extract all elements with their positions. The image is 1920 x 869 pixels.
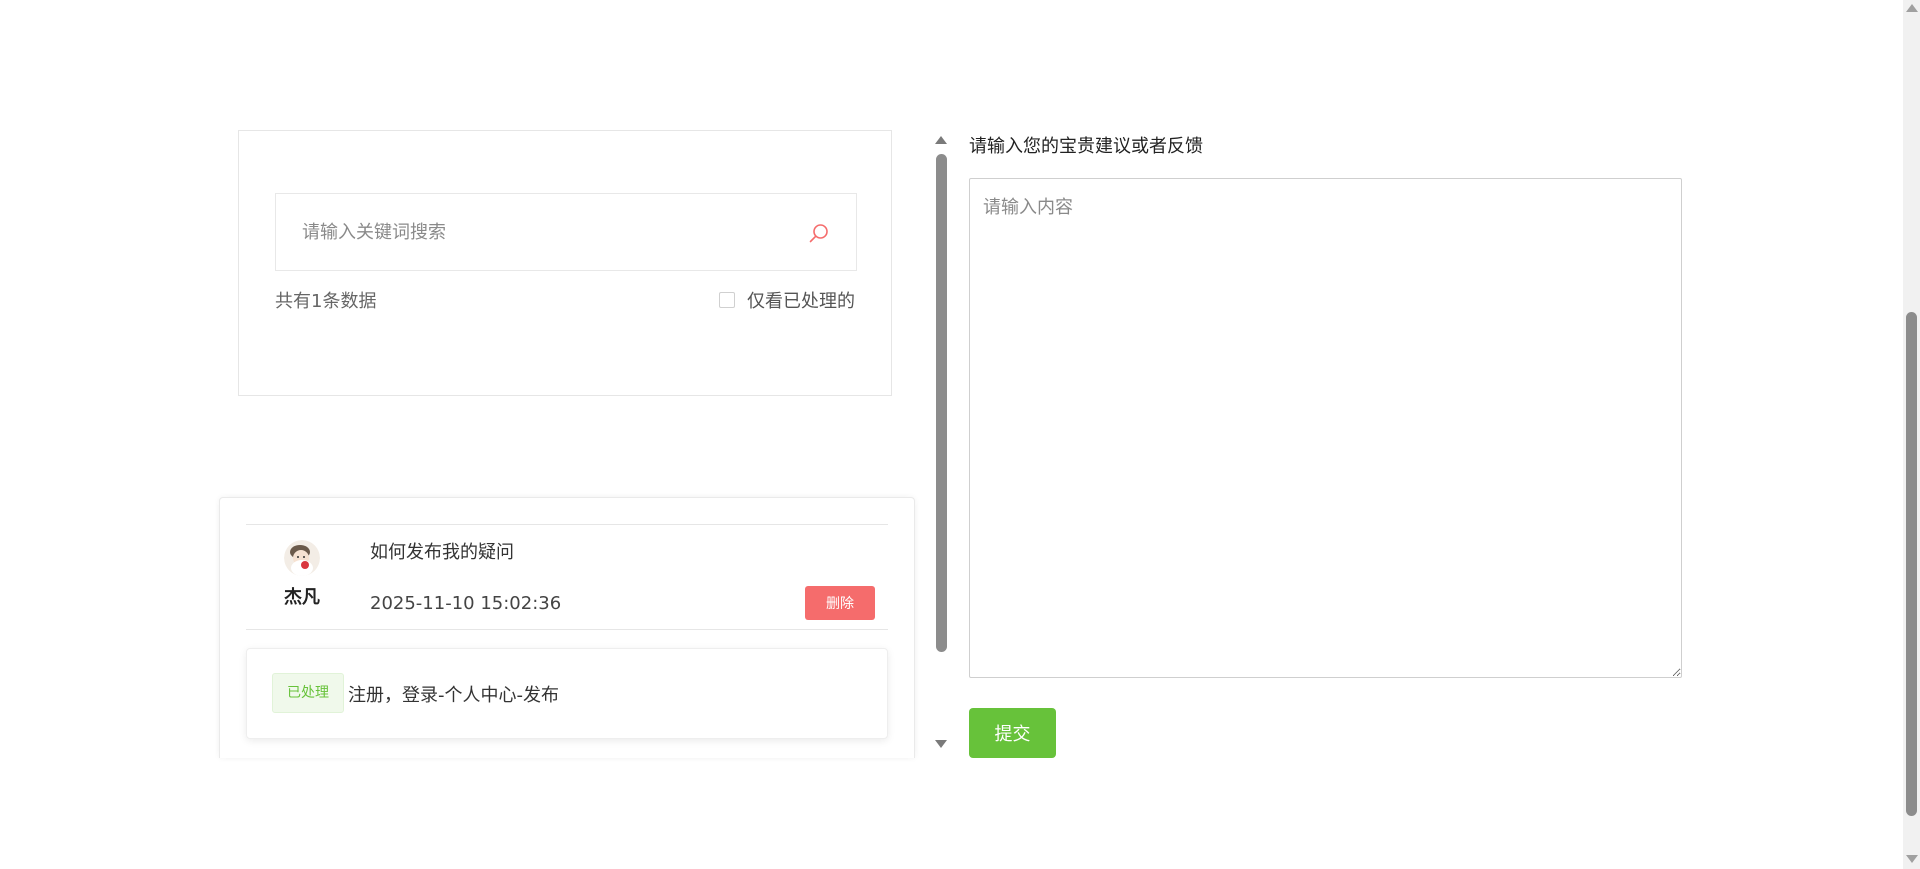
delete-button[interactable]: 删除 [805,586,875,620]
page-scroll-down-arrow-icon[interactable] [1906,855,1918,863]
feedback-list: 杰凡 如何发布我的疑问 2025-11-10 15:02:36 删除 已处理 注… [219,497,915,758]
reply-text: 注册，登录-个人中心-发布 [348,685,559,706]
divider [246,524,888,525]
search-panel: 共有1条数据 仅看已处理的 [238,130,892,396]
search-icon[interactable] [808,222,830,244]
search-input[interactable] [276,194,796,270]
scrollbar-thumb[interactable] [936,154,947,652]
page-scrollbar[interactable] [1903,0,1920,869]
processed-only-label[interactable]: 仅看已处理的 [747,287,855,313]
status-badge: 已处理 [272,673,344,713]
search-box [275,193,857,271]
data-count-text: 共有1条数据 [275,291,377,312]
processed-only-filter[interactable]: 仅看已处理的 [719,287,855,313]
reply-card: 已处理 注册，登录-个人中心-发布 [246,648,888,739]
divider [246,629,888,630]
processed-only-checkbox[interactable] [719,292,735,308]
page-scrollbar-thumb[interactable] [1906,312,1917,816]
question-title: 如何发布我的疑问 [370,542,514,563]
username: 杰凡 [284,587,320,608]
list-scrollbar[interactable] [933,132,950,756]
scroll-down-arrow-icon[interactable] [935,740,947,748]
submit-button[interactable]: 提交 [969,708,1056,758]
page-scroll-up-arrow-icon[interactable] [1906,4,1918,12]
feedback-textarea[interactable] [969,178,1682,678]
question-timestamp: 2025-11-10 15:02:36 [370,593,562,614]
scroll-up-arrow-icon[interactable] [935,136,947,144]
feedback-label: 请输入您的宝贵建议或者反馈 [969,136,1203,157]
avatar [284,540,320,576]
